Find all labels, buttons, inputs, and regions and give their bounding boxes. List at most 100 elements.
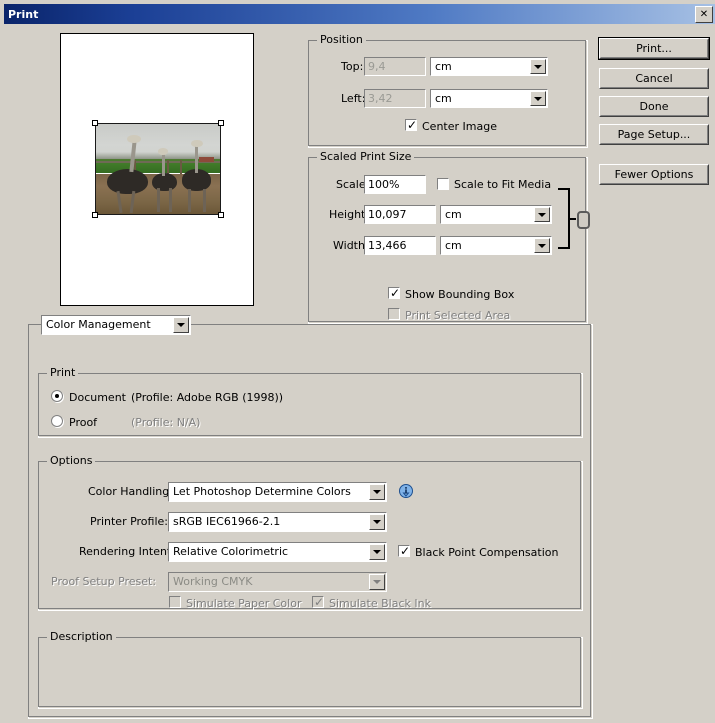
- fewer-options-button[interactable]: Fewer Options: [599, 164, 709, 185]
- top-label: Top:: [341, 60, 364, 73]
- done-button-label: Done: [639, 100, 669, 113]
- photo-ostrich-leg: [156, 187, 160, 213]
- chevron-down-icon[interactable]: [530, 91, 546, 106]
- description-text: [49, 650, 572, 702]
- close-icon[interactable]: ✕: [695, 6, 713, 23]
- photo-ostrich-neck: [195, 145, 199, 173]
- rendering-intent-select[interactable]: Relative Colorimetric: [168, 542, 387, 562]
- chevron-down-icon: [369, 574, 385, 590]
- cancel-button[interactable]: Cancel: [599, 68, 709, 89]
- chevron-down-icon[interactable]: [534, 207, 550, 222]
- printer-profile-value: sRGB IEC61966-2.1: [173, 515, 281, 528]
- bbox-handle-top-right[interactable]: [218, 120, 224, 126]
- scale-field[interactable]: 100%: [364, 175, 426, 194]
- top-unit-value: cm: [435, 60, 452, 73]
- proof-radio[interactable]: [51, 415, 63, 427]
- document-profile: (Profile: Adobe RGB (1998)): [131, 391, 284, 404]
- height-unit-select[interactable]: cm: [440, 205, 552, 224]
- fewer-options-button-label: Fewer Options: [614, 168, 694, 181]
- simulate-paper-color-label: Simulate Paper Color: [186, 597, 302, 610]
- section-select[interactable]: Color Management: [41, 315, 191, 335]
- scaled-print-size-legend: Scaled Print Size: [317, 151, 415, 162]
- page-setup-button-label: Page Setup...: [617, 128, 691, 141]
- bbox-handle-bottom-right[interactable]: [218, 212, 224, 218]
- proof-setup-preset-select: Working CMYK: [168, 572, 387, 592]
- print-source-group: Print Document (Profile: Adobe RGB (1998…: [38, 367, 583, 438]
- done-button[interactable]: Done: [599, 96, 709, 117]
- simulate-paper-color-checkbox: [169, 596, 181, 608]
- color-handling-label: Color Handling:: [88, 485, 173, 498]
- height-field[interactable]: 10,097: [364, 205, 436, 224]
- options-legend: Options: [47, 455, 96, 466]
- options-group: Options Color Handling: Let Photoshop De…: [38, 455, 583, 611]
- radio-dot: [55, 394, 59, 398]
- proof-profile: (Profile: N/A): [131, 416, 201, 429]
- preview-paper: [60, 33, 254, 306]
- print-source-legend: Print: [47, 367, 79, 378]
- title-bar: Print ✕: [4, 4, 715, 24]
- check-icon: ✓: [314, 595, 325, 609]
- check-icon: ✓: [390, 286, 401, 300]
- photo-ostrich-leg: [202, 188, 206, 213]
- print-button[interactable]: Print...: [598, 37, 710, 60]
- photo-barn: [198, 157, 214, 162]
- print-selected-area-label: Print Selected Area: [405, 309, 511, 322]
- simulate-black-ink-checkbox: ✓: [312, 596, 324, 608]
- color-management-panel: Color Management Print Document (Profile…: [28, 315, 593, 719]
- preview-image: [95, 123, 221, 215]
- print-selected-area-checkbox: [388, 308, 400, 320]
- chain-link-icon[interactable]: [577, 211, 590, 229]
- chevron-down-icon[interactable]: [534, 238, 550, 253]
- rendering-intent-value: Relative Colorimetric: [173, 545, 289, 558]
- photo-post: [180, 160, 183, 174]
- bbox-handle-bottom-left[interactable]: [92, 212, 98, 218]
- proof-label: Proof: [69, 416, 98, 429]
- position-group: Position Top: 9,4 cm Left: 3,42 cm ✓ Cen…: [308, 34, 588, 148]
- left-unit-select[interactable]: cm: [430, 89, 548, 108]
- black-point-compensation-checkbox[interactable]: ✓: [398, 545, 410, 557]
- check-icon: ✓: [400, 544, 411, 558]
- chevron-down-icon[interactable]: [530, 59, 546, 74]
- top-unit-select[interactable]: cm: [430, 57, 548, 76]
- photo-ostrich-leg: [169, 187, 173, 213]
- show-bounding-box-label: Show Bounding Box: [405, 288, 515, 301]
- photo-ostrich-head: [127, 134, 141, 143]
- chevron-down-icon[interactable]: [173, 317, 189, 333]
- width-unit-value: cm: [445, 239, 462, 252]
- dialog-client-area: Position Top: 9,4 cm Left: 3,42 cm ✓ Cen…: [4, 26, 715, 723]
- chevron-down-icon[interactable]: [369, 544, 385, 560]
- proof-setup-preset-value: Working CMYK: [173, 575, 253, 588]
- chevron-down-icon[interactable]: [369, 514, 385, 530]
- scale-to-fit-media-label: Scale to Fit Media: [454, 178, 552, 191]
- print-preview[interactable]: [58, 31, 258, 310]
- black-point-compensation-label: Black Point Compensation: [415, 546, 559, 559]
- photo-ostrich-leg: [187, 188, 191, 213]
- cancel-button-label: Cancel: [635, 72, 673, 85]
- top-field: 9,4: [364, 57, 426, 76]
- show-bounding-box-checkbox[interactable]: ✓: [388, 287, 400, 299]
- simulate-black-ink-label: Simulate Black Ink: [329, 597, 431, 610]
- scale-to-fit-media-checkbox[interactable]: [437, 178, 449, 190]
- photo-ostrich: [107, 169, 149, 195]
- printer-profile-select[interactable]: sRGB IEC61966-2.1: [168, 512, 387, 532]
- proof-setup-preset-label: Proof Setup Preset:: [51, 575, 157, 588]
- color-handling-value: Let Photoshop Determine Colors: [173, 485, 351, 498]
- print-button-label: Print...: [636, 42, 672, 55]
- window-title: Print: [8, 7, 39, 21]
- left-label: Left:: [341, 92, 366, 105]
- bbox-handle-top-left[interactable]: [92, 120, 98, 126]
- info-icon[interactable]: [398, 484, 414, 500]
- printer-profile-label: Printer Profile:: [90, 515, 168, 528]
- left-field: 3,42: [364, 89, 426, 108]
- width-unit-select[interactable]: cm: [440, 236, 552, 255]
- position-legend: Position: [317, 34, 366, 45]
- page-setup-button[interactable]: Page Setup...: [599, 124, 709, 145]
- scaled-print-size-group: Scaled Print Size Scale: 100% Scale to F…: [308, 151, 590, 324]
- document-radio[interactable]: [51, 390, 63, 402]
- rendering-intent-label: Rendering Intent:: [79, 545, 175, 558]
- center-image-label: Center Image: [422, 120, 497, 133]
- width-field[interactable]: 13,466: [364, 236, 436, 255]
- center-image-checkbox[interactable]: ✓: [405, 119, 417, 131]
- chevron-down-icon[interactable]: [369, 484, 385, 500]
- color-handling-select[interactable]: Let Photoshop Determine Colors: [168, 482, 387, 502]
